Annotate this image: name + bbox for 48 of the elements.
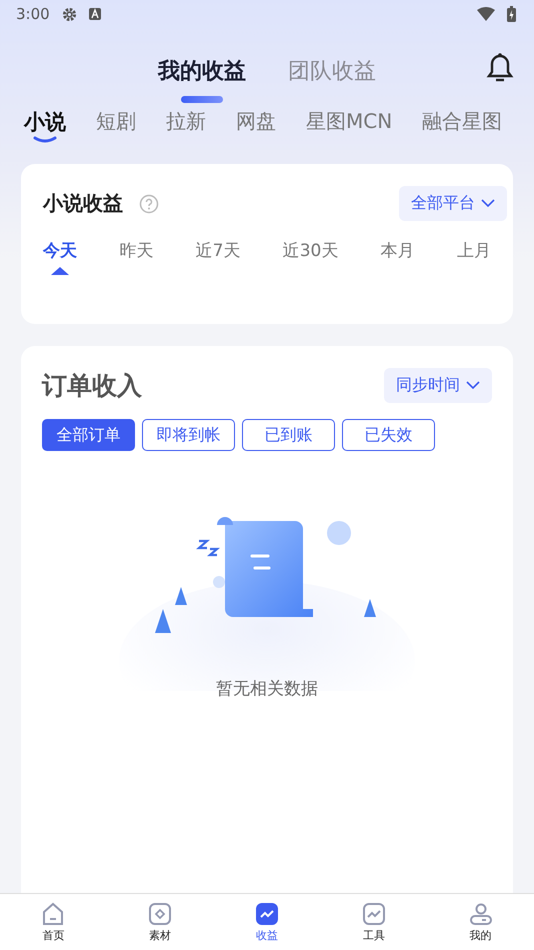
- nav-item[interactable]: 首页: [0, 894, 107, 950]
- nav-label: 工具: [362, 928, 385, 943]
- nav-item[interactable]: 工具: [320, 894, 428, 950]
- nav-label: 收益: [256, 928, 278, 943]
- card-title: 订单收入: [42, 370, 142, 402]
- period-tab[interactable]: 近7天: [196, 239, 240, 262]
- keyboard-icon: [88, 8, 101, 20]
- tab-underline: [181, 96, 223, 103]
- category-tab[interactable]: 短剧: [96, 108, 136, 135]
- category-tab[interactable]: 网盘: [236, 108, 276, 135]
- filter-chip[interactable]: 全部订单: [42, 419, 135, 451]
- nav-item[interactable]: 素材: [106, 894, 214, 950]
- triangle-indicator-icon: [51, 266, 69, 275]
- nav-item[interactable]: 我的: [427, 894, 534, 950]
- period-tab[interactable]: 本月: [380, 239, 415, 262]
- sort-dropdown[interactable]: 同步时间: [384, 368, 492, 403]
- user-icon: [468, 902, 493, 926]
- empty-message: 暂无相关数据: [216, 678, 318, 700]
- platform-dropdown[interactable]: 全部平台: [399, 186, 507, 221]
- settings-icon: [62, 6, 77, 22]
- card-title: 小说收益: [43, 190, 123, 217]
- filter-chip[interactable]: 已失效: [342, 419, 435, 451]
- header-tab[interactable]: 团队收益: [288, 56, 376, 86]
- period-tab[interactable]: 上月: [456, 239, 491, 262]
- filter-chip[interactable]: 已到账: [242, 419, 335, 451]
- category-tab[interactable]: 拉新: [166, 108, 206, 135]
- chevron-down-icon: [466, 381, 480, 390]
- home-icon: [41, 902, 66, 926]
- wifi-icon: [477, 7, 495, 21]
- period-tab[interactable]: 昨天: [119, 239, 154, 262]
- chart-icon: [254, 902, 279, 926]
- nav-item[interactable]: 收益: [214, 894, 320, 950]
- category-tab[interactable]: 小说: [24, 108, 66, 136]
- tab-indicator-icon: [33, 136, 57, 143]
- chevron-down-icon: [481, 199, 495, 208]
- nav-label: 我的: [470, 928, 492, 943]
- header-tab[interactable]: 我的收益: [158, 56, 246, 86]
- battery-icon: [507, 6, 516, 22]
- category-tab[interactable]: 星图MCN: [306, 108, 392, 135]
- filter-chip[interactable]: 即将到帐: [142, 419, 235, 451]
- category-tab[interactable]: 融合星图: [422, 108, 502, 135]
- period-tab[interactable]: 近30天: [282, 239, 338, 262]
- bell-icon[interactable]: [486, 53, 514, 83]
- chart-icon: [362, 902, 386, 926]
- status-time: 3:00: [16, 5, 50, 23]
- period-tab[interactable]: 今天: [43, 239, 77, 262]
- nav-label: 首页: [42, 928, 64, 943]
- nav-label: 素材: [149, 928, 172, 943]
